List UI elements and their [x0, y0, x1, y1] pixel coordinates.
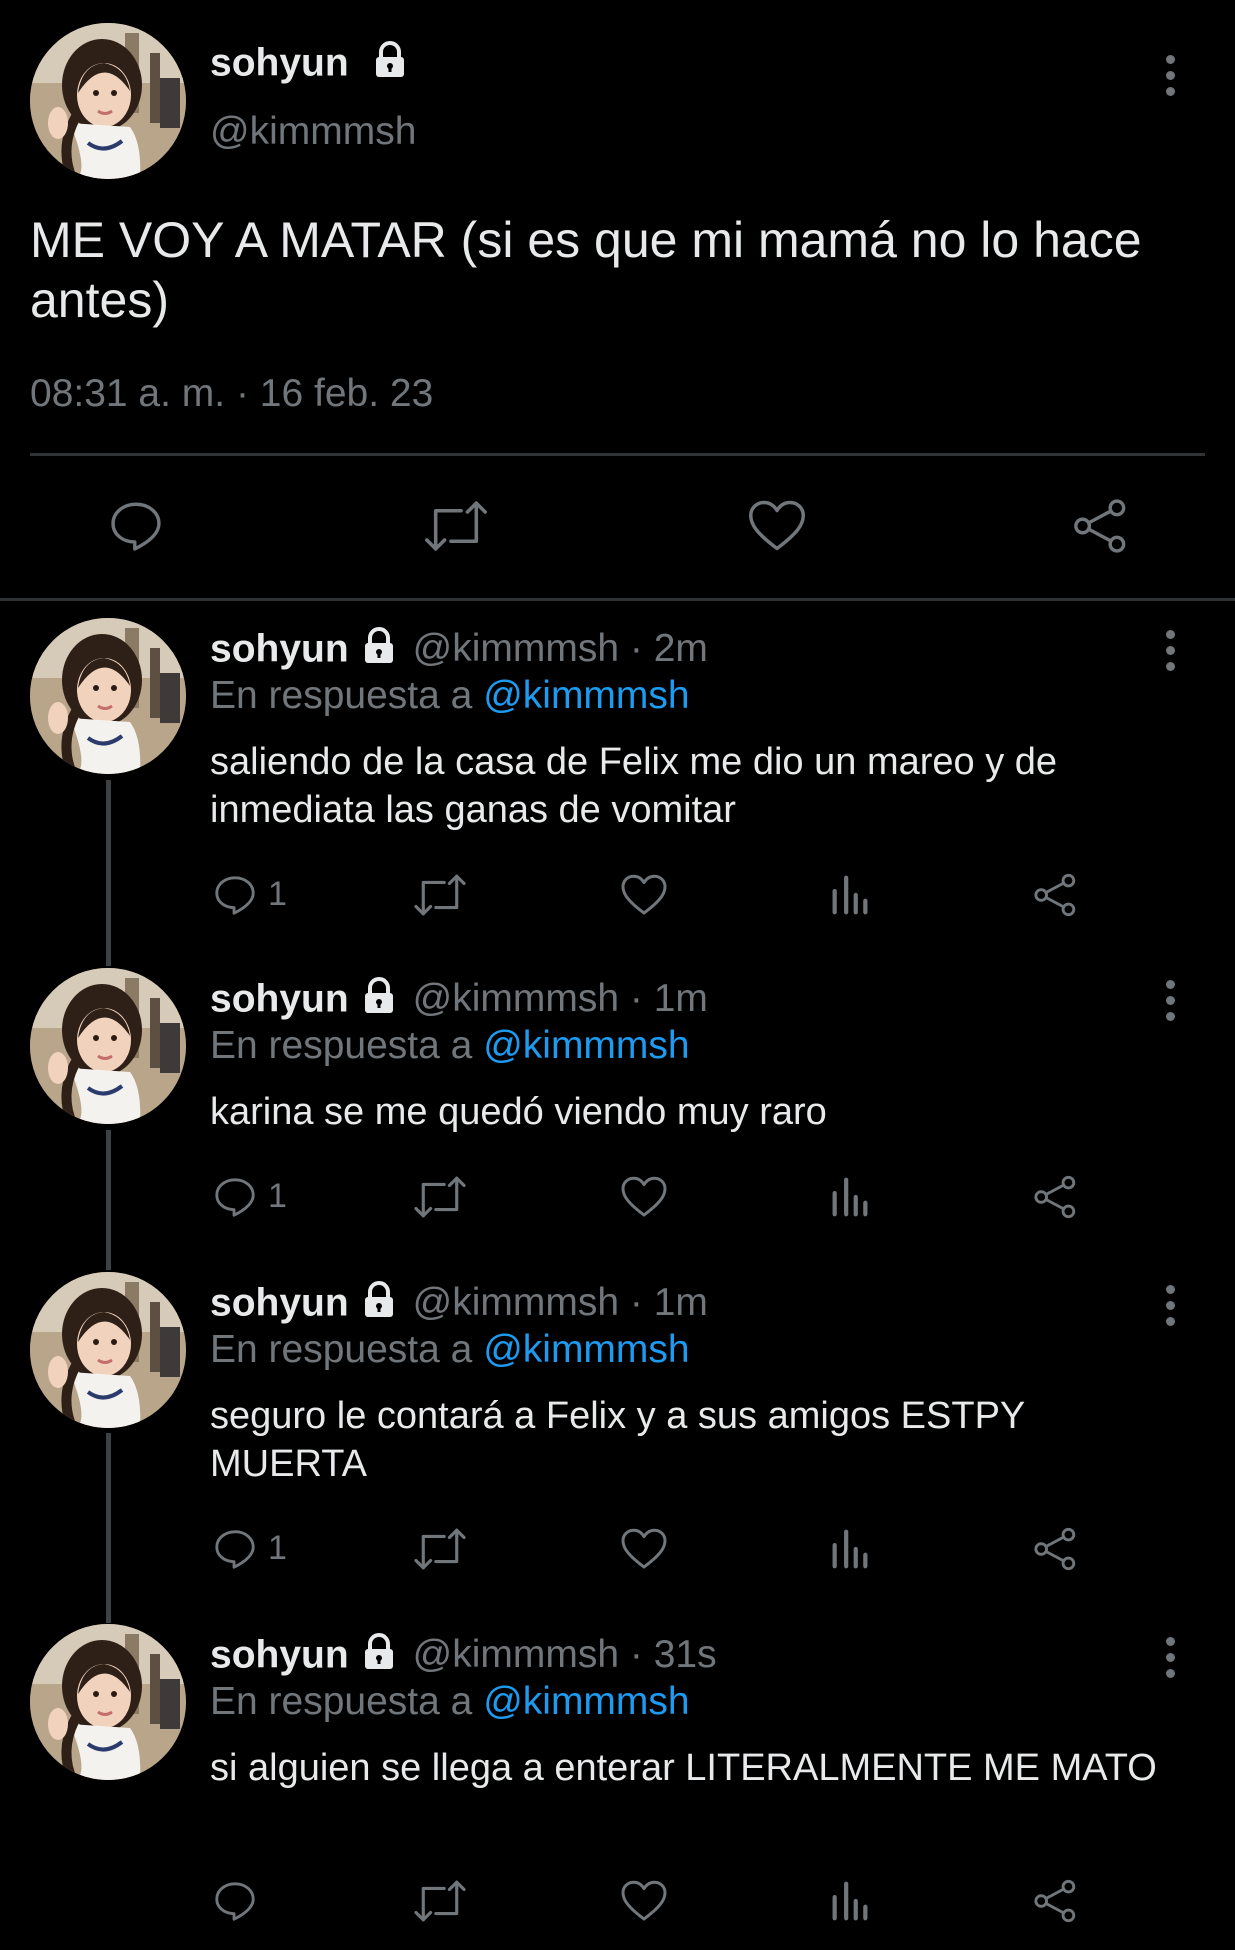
reply-prefix: En respuesta a: [210, 674, 473, 717]
mention-link[interactable]: @kimmmsh: [483, 674, 689, 717]
reply-count: 1: [268, 1529, 287, 1567]
divider: [0, 598, 1235, 601]
reply-handle-time[interactable]: @kimmmsh · 2m: [413, 627, 708, 670]
reply-text: seguro le contará a Felix y a sus amigos…: [210, 1395, 1025, 1485]
retweet-icon[interactable]: [412, 1526, 468, 1577]
reply-avatar[interactable]: [30, 968, 186, 1124]
mention-link[interactable]: @kimmmsh: [483, 1680, 689, 1723]
author-name: sohyun: [210, 41, 349, 85]
author-avatar[interactable]: [30, 23, 186, 179]
tweet-timestamp[interactable]: 08:31 a. m. · 16 feb. 23: [30, 372, 433, 416]
views-icon[interactable]: [828, 1878, 872, 1929]
reply-text: si alguien se llega a enterar LITERALMEN…: [210, 1747, 1157, 1789]
more-icon[interactable]: [1150, 1280, 1190, 1340]
reply-avatar[interactable]: [30, 1272, 186, 1428]
reply-header: sohyun @kimmmsh · 31s: [210, 1632, 717, 1682]
reply-count: 1: [268, 875, 287, 913]
like-icon[interactable]: [620, 1879, 668, 1928]
share-icon[interactable]: [1070, 497, 1130, 560]
reply-context: En respuesta a @kimmmsh: [210, 674, 690, 718]
retweet-icon[interactable]: [412, 872, 468, 923]
reply-text: saliendo de la casa de Felix me dio un m…: [210, 741, 1058, 831]
share-icon[interactable]: [1031, 1878, 1079, 1929]
reply-avatar[interactable]: [30, 1624, 186, 1780]
retweet-icon[interactable]: [423, 497, 489, 560]
views-icon[interactable]: [828, 872, 872, 923]
lock-icon: [359, 1632, 399, 1682]
reply-icon[interactable]: [107, 497, 165, 560]
reply-context: En respuesta a @kimmmsh: [210, 1680, 690, 1724]
reply-prefix: En respuesta a: [210, 1328, 473, 1371]
like-icon[interactable]: [620, 873, 668, 922]
share-icon[interactable]: [1031, 872, 1079, 923]
reply-context: En respuesta a @kimmmsh: [210, 1024, 690, 1068]
reply-prefix: En respuesta a: [210, 1024, 473, 1067]
lock-icon: [370, 40, 410, 90]
share-icon[interactable]: [1031, 1174, 1079, 1225]
reply-handle-time[interactable]: @kimmmsh · 31s: [413, 1633, 717, 1676]
reply-icon[interactable]: [212, 1174, 258, 1225]
reply-text: karina se me quedó viendo muy raro: [210, 1091, 827, 1133]
more-icon[interactable]: [1150, 625, 1190, 685]
reply-icon[interactable]: [212, 1878, 258, 1929]
reply-author-name[interactable]: sohyun: [210, 627, 349, 670]
views-icon[interactable]: [828, 1174, 872, 1225]
like-icon[interactable]: [620, 1175, 668, 1224]
mention-link[interactable]: @kimmmsh: [483, 1024, 689, 1067]
reply-author-name[interactable]: sohyun: [210, 977, 349, 1020]
reply-icon[interactable]: [212, 1526, 258, 1577]
lock-icon: [359, 1280, 399, 1330]
thread-line: [106, 1130, 111, 1270]
tweet-text: ME VOY A MATAR (si es que mi mamá no lo …: [30, 212, 1142, 328]
reply-author-name[interactable]: sohyun: [210, 1633, 349, 1676]
author-handle[interactable]: @kimmmsh: [210, 110, 416, 154]
reply-count: 1: [268, 1177, 287, 1215]
like-icon[interactable]: [747, 497, 807, 560]
retweet-icon[interactable]: [412, 1878, 468, 1929]
reply-author-name[interactable]: sohyun: [210, 1281, 349, 1324]
more-icon[interactable]: [1150, 975, 1190, 1035]
reply-header: sohyun @kimmmsh · 2m: [210, 626, 708, 676]
author-name-row[interactable]: sohyun: [210, 40, 410, 90]
like-icon[interactable]: [620, 1527, 668, 1576]
lock-icon: [359, 976, 399, 1026]
reply-context: En respuesta a @kimmmsh: [210, 1328, 690, 1372]
mention-link[interactable]: @kimmmsh: [483, 1328, 689, 1371]
divider: [30, 453, 1205, 456]
reply-header: sohyun @kimmmsh · 1m: [210, 1280, 708, 1330]
share-icon[interactable]: [1031, 1526, 1079, 1577]
more-icon[interactable]: [1150, 1632, 1190, 1692]
reply-icon[interactable]: [212, 872, 258, 923]
thread-line: [106, 1433, 111, 1623]
reply-header: sohyun @kimmmsh · 1m: [210, 976, 708, 1026]
retweet-icon[interactable]: [412, 1174, 468, 1225]
thread-line: [106, 780, 111, 966]
more-icon[interactable]: [1150, 50, 1190, 110]
lock-icon: [359, 626, 399, 676]
reply-handle-time[interactable]: @kimmmsh · 1m: [413, 1281, 708, 1324]
views-icon[interactable]: [828, 1526, 872, 1577]
reply-prefix: En respuesta a: [210, 1680, 473, 1723]
reply-avatar[interactable]: [30, 618, 186, 774]
reply-handle-time[interactable]: @kimmmsh · 1m: [413, 977, 708, 1020]
